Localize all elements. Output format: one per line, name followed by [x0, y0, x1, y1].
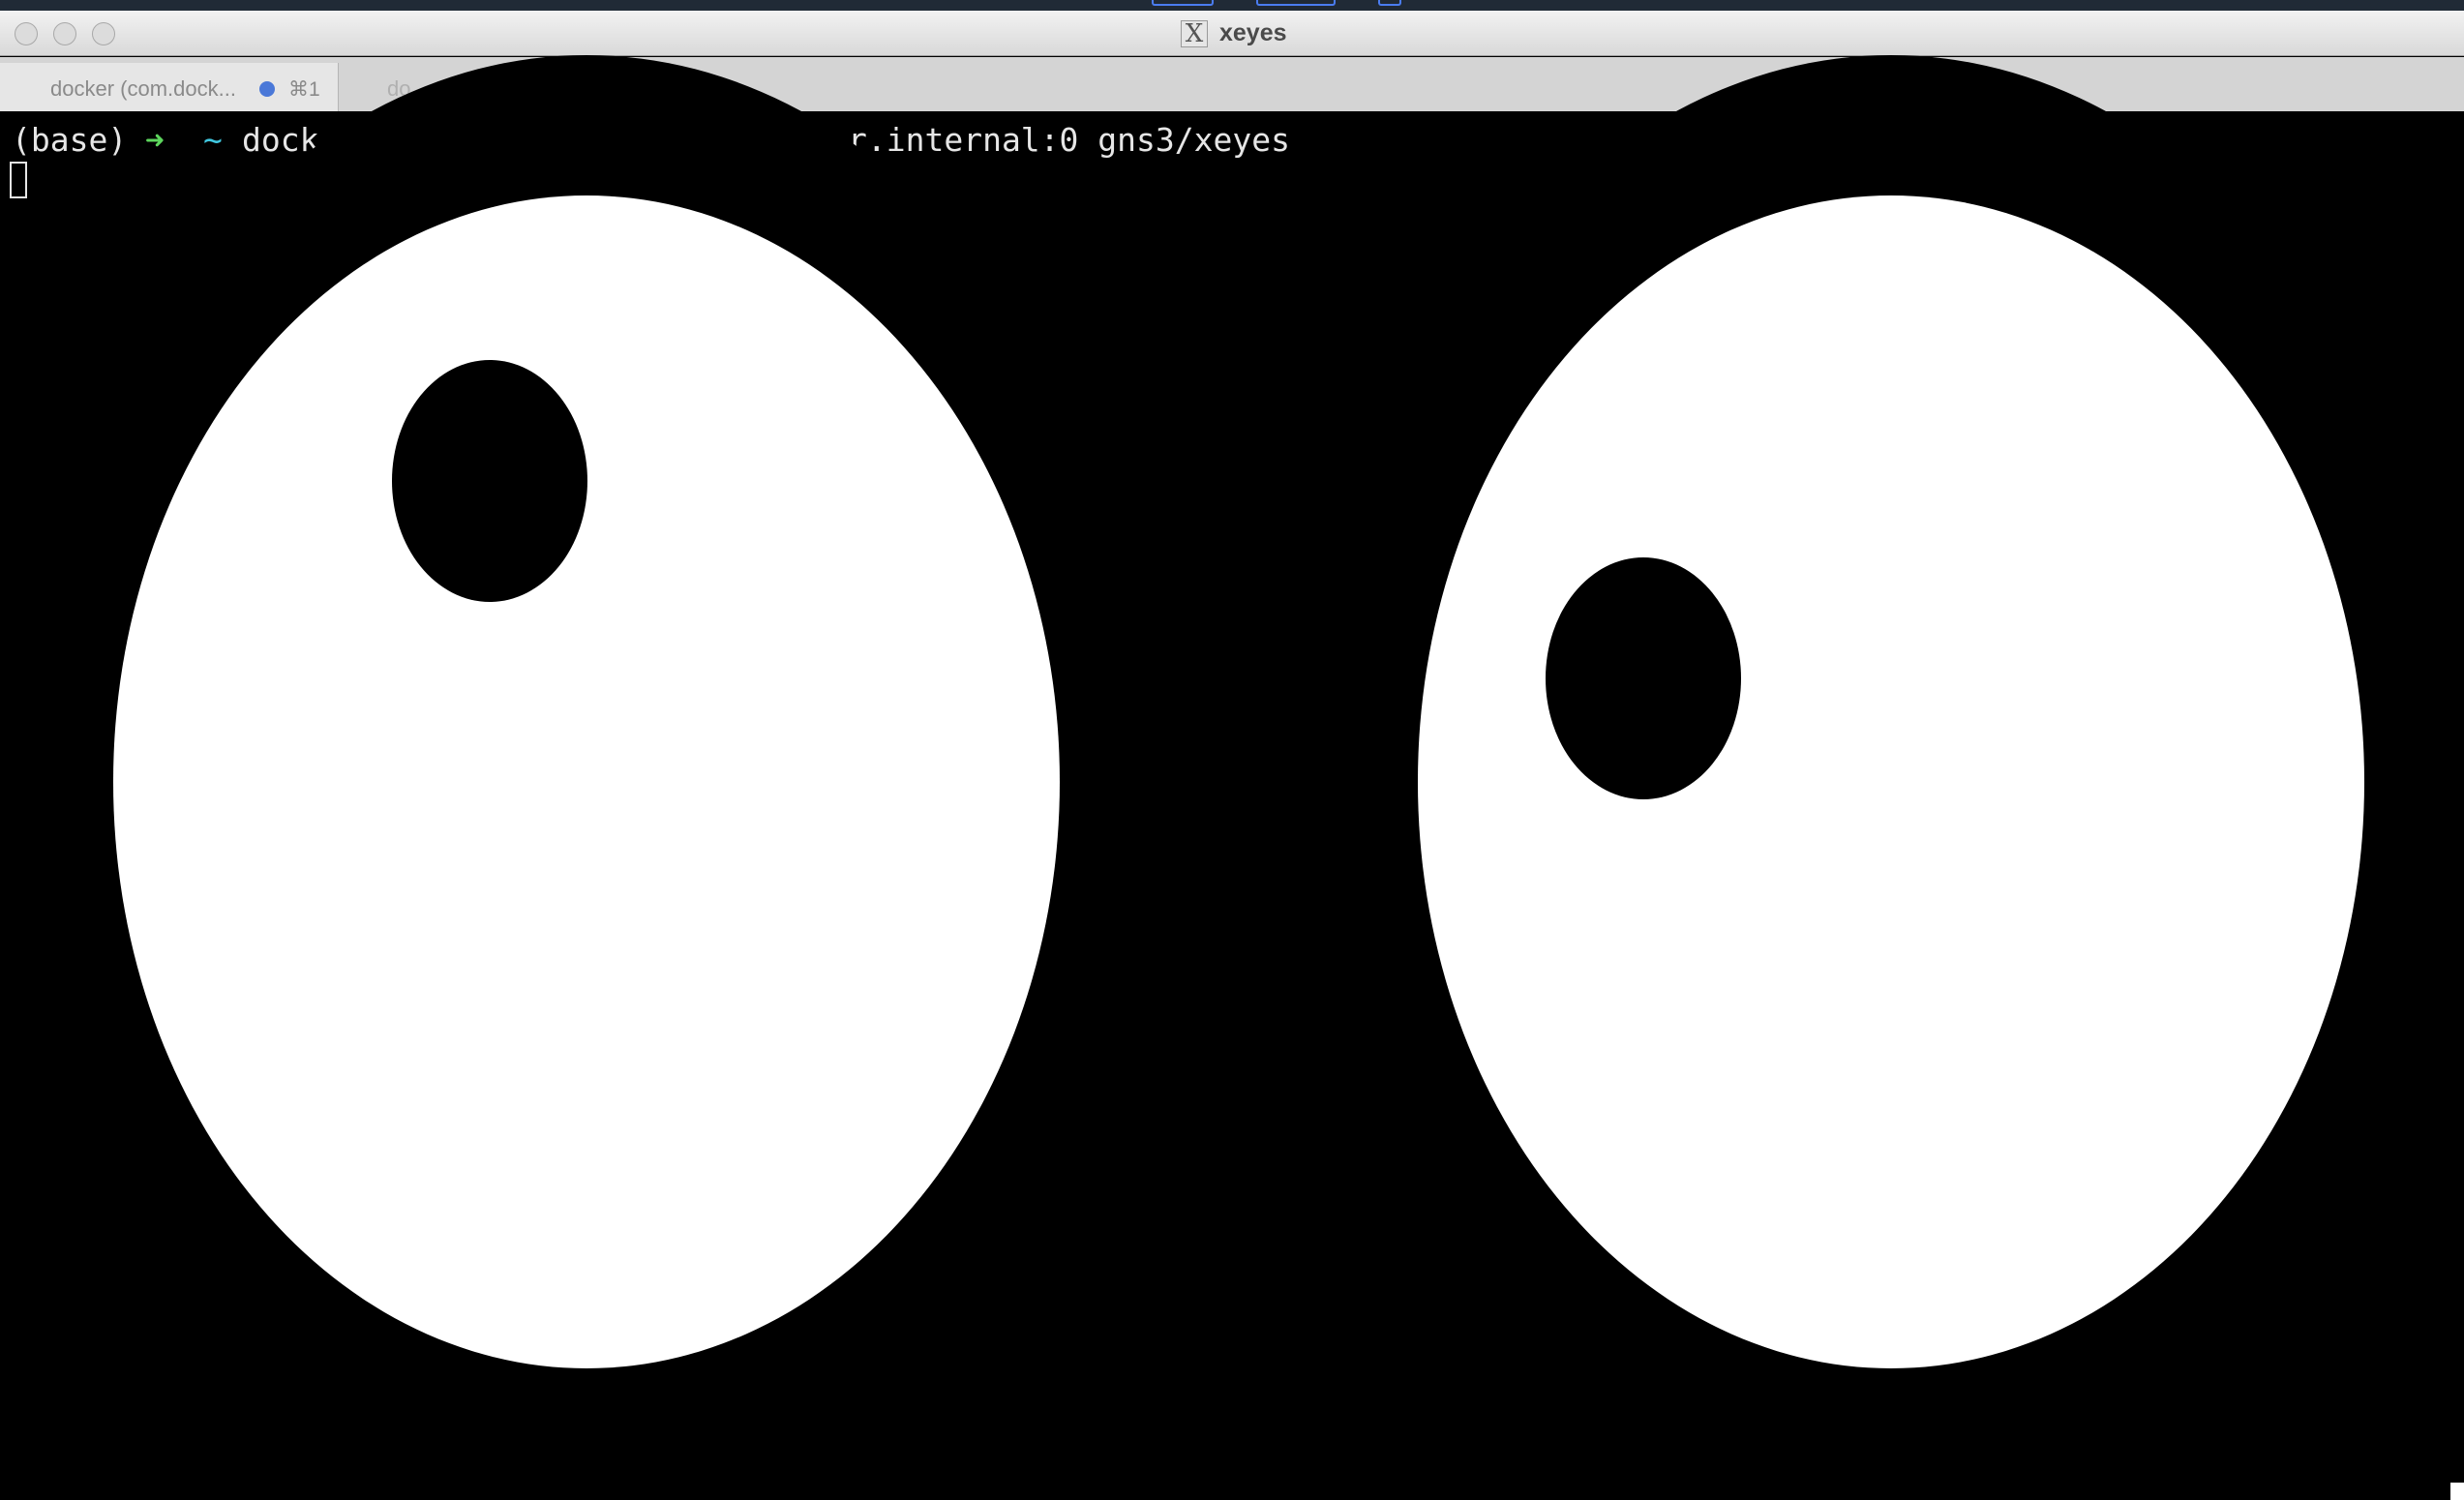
resize-handle[interactable] — [2450, 1483, 2464, 1500]
left-eye — [113, 195, 1060, 1368]
xeyes-window[interactable] — [0, 0, 2464, 1500]
left-pupil — [392, 360, 587, 602]
right-eye — [1418, 195, 2364, 1368]
right-pupil — [1546, 557, 1741, 799]
